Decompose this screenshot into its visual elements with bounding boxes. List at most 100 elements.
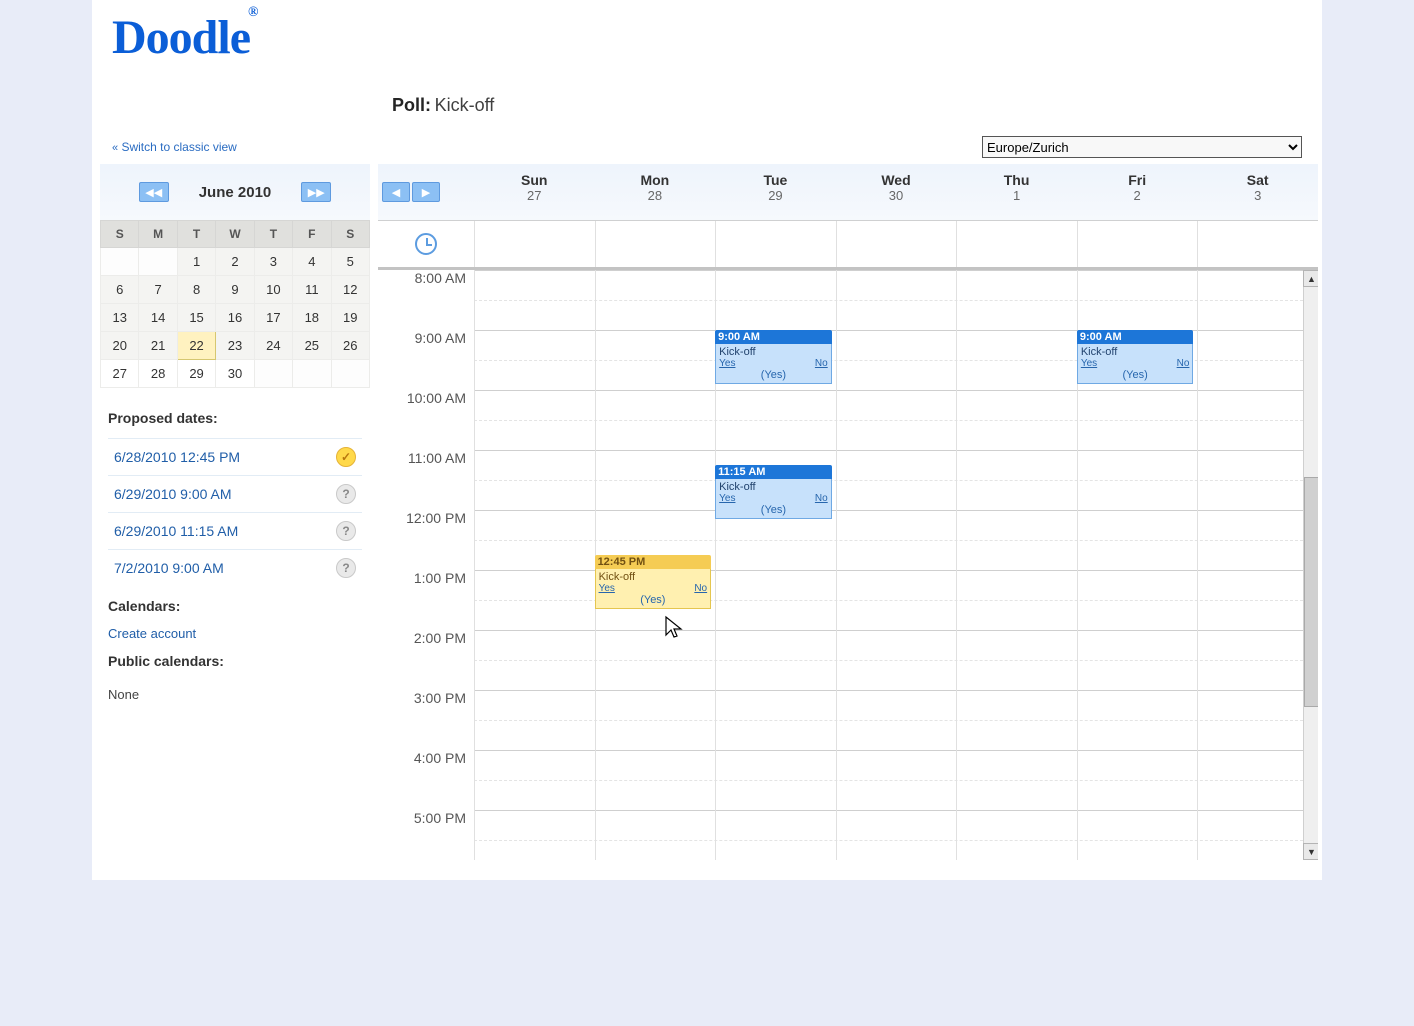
mini-cal-day[interactable]: 17	[254, 304, 292, 332]
timezone-select[interactable]: Europe/Zurich	[982, 136, 1302, 158]
proposed-date-row[interactable]: 6/29/2010 9:00 AM?	[108, 475, 362, 512]
event-title: Kick-off	[1081, 346, 1190, 358]
poll-title: Kick-off	[435, 95, 495, 115]
allday-row	[378, 220, 1318, 270]
event-no-link[interactable]: No	[1177, 358, 1190, 369]
mini-cal-dow: T	[254, 221, 292, 248]
mini-cal-day[interactable]: 21	[139, 332, 177, 360]
event-time: 12:45 PM	[595, 555, 712, 569]
proposed-date-label: 7/2/2010 9:00 AM	[114, 560, 224, 576]
question-icon: ?	[336, 521, 356, 541]
month-label: June 2010	[199, 184, 272, 201]
allday-cell[interactable]	[474, 221, 595, 267]
hour-line	[474, 690, 1318, 691]
day-divider	[1197, 270, 1198, 860]
mini-cal-day[interactable]: 16	[216, 304, 254, 332]
prev-week-button[interactable]: ◀	[382, 182, 410, 202]
sidebar: ◀◀ June 2010 ▶▶ SMTWTFS 1234567891011121…	[100, 164, 370, 860]
mini-cal-day[interactable]: 1	[177, 248, 215, 276]
allday-cell[interactable]	[595, 221, 716, 267]
allday-cell[interactable]	[1077, 221, 1198, 267]
event-title: Kick-off	[599, 571, 708, 583]
scroll-thumb[interactable]	[1304, 477, 1318, 707]
event-no-link[interactable]: No	[815, 358, 828, 369]
next-month-button[interactable]: ▶▶	[301, 182, 331, 202]
hour-line	[474, 270, 1318, 271]
mini-cal-day[interactable]: 23	[216, 332, 254, 360]
month-picker-header: ◀◀ June 2010 ▶▶	[100, 164, 370, 220]
event-yes-link[interactable]: Yes	[719, 493, 735, 504]
day-divider	[474, 270, 475, 860]
mini-cal-day[interactable]: 9	[216, 276, 254, 304]
mini-cal-day[interactable]: 4	[293, 248, 331, 276]
mini-cal-day[interactable]: 8	[177, 276, 215, 304]
mini-cal-day[interactable]: 18	[293, 304, 331, 332]
half-hour-line	[474, 300, 1318, 301]
event-body: Kick-offYesNo(Yes)	[1077, 344, 1194, 384]
mini-cal-day[interactable]: 15	[177, 304, 215, 332]
proposed-date-row[interactable]: 6/29/2010 11:15 AM?	[108, 512, 362, 549]
grid-body[interactable]: 12:45 PMKick-offYesNo(Yes)9:00 AMKick-of…	[474, 270, 1318, 860]
hour-label: 1:00 PM	[378, 570, 474, 630]
calendar-event[interactable]: 12:45 PMKick-offYesNo(Yes)	[595, 555, 712, 640]
event-no-link[interactable]: No	[694, 583, 707, 594]
mini-cal-day[interactable]: 20	[101, 332, 139, 360]
mini-cal-day[interactable]: 29	[177, 360, 215, 388]
mini-cal-day[interactable]: 19	[331, 304, 369, 332]
mini-cal-day[interactable]: 14	[139, 304, 177, 332]
calendar-event[interactable]: 9:00 AMKick-offYesNo(Yes)	[715, 330, 832, 412]
event-time: 9:00 AM	[1077, 330, 1194, 344]
create-account-link[interactable]: Create account	[108, 626, 362, 641]
proposed-dates: Proposed dates: 6/28/2010 12:45 PM✓6/29/…	[100, 388, 370, 586]
event-yes-link[interactable]: Yes	[1081, 358, 1097, 369]
mini-cal-day[interactable]: 28	[139, 360, 177, 388]
day-header-mon[interactable]: Mon28	[595, 164, 716, 220]
mini-cal-day[interactable]: 27	[101, 360, 139, 388]
allday-cell[interactable]	[836, 221, 957, 267]
day-header-tue[interactable]: Tue29	[715, 164, 836, 220]
hour-label: 11:00 AM	[378, 450, 474, 510]
event-no-link[interactable]: No	[815, 493, 828, 504]
scroll-up-button[interactable]: ▲	[1303, 270, 1318, 287]
proposed-date-row[interactable]: 7/2/2010 9:00 AM?	[108, 549, 362, 586]
event-title: Kick-off	[719, 481, 828, 493]
mini-cal-day[interactable]: 12	[331, 276, 369, 304]
scroll-track[interactable]	[1303, 287, 1318, 843]
allday-cell[interactable]	[956, 221, 1077, 267]
calendar-event[interactable]: 11:15 AMKick-offYesNo(Yes)	[715, 465, 832, 547]
allday-cell[interactable]	[1197, 221, 1318, 267]
mini-cal-day[interactable]: 6	[101, 276, 139, 304]
day-header-sat[interactable]: Sat3	[1197, 164, 1318, 220]
mini-cal-day[interactable]: 10	[254, 276, 292, 304]
event-title: Kick-off	[719, 346, 828, 358]
allday-cell[interactable]	[715, 221, 836, 267]
mini-cal-day[interactable]: 3	[254, 248, 292, 276]
day-header-wed[interactable]: Wed30	[836, 164, 957, 220]
event-yes-link[interactable]: Yes	[599, 583, 615, 594]
next-week-button[interactable]: ▶	[412, 182, 440, 202]
day-header-fri[interactable]: Fri2	[1077, 164, 1198, 220]
mini-cal-day[interactable]: 11	[293, 276, 331, 304]
mini-cal-day[interactable]: 22	[177, 332, 215, 360]
scroll-down-button[interactable]: ▼	[1303, 843, 1318, 860]
mini-cal-day[interactable]: 26	[331, 332, 369, 360]
question-icon: ?	[336, 558, 356, 578]
mini-cal-day[interactable]: 5	[331, 248, 369, 276]
prev-month-button[interactable]: ◀◀	[139, 182, 169, 202]
clock-cell	[378, 221, 474, 267]
event-yes-link[interactable]: Yes	[719, 358, 735, 369]
mini-cal-dow: T	[177, 221, 215, 248]
switch-view-link[interactable]: « Switch to classic view	[112, 140, 237, 154]
day-header-sun[interactable]: Sun27	[474, 164, 595, 220]
mini-cal-day[interactable]: 7	[139, 276, 177, 304]
mini-cal-day[interactable]: 25	[293, 332, 331, 360]
mini-cal-day[interactable]: 24	[254, 332, 292, 360]
mini-cal-day[interactable]: 2	[216, 248, 254, 276]
calendar-event[interactable]: 9:00 AMKick-offYesNo(Yes)	[1077, 330, 1194, 412]
mini-cal-day[interactable]: 30	[216, 360, 254, 388]
brand-name: Doodle	[112, 11, 250, 64]
proposed-date-row[interactable]: 6/28/2010 12:45 PM✓	[108, 438, 362, 475]
mini-cal-day	[139, 248, 177, 276]
day-header-thu[interactable]: Thu1	[956, 164, 1077, 220]
mini-cal-day[interactable]: 13	[101, 304, 139, 332]
